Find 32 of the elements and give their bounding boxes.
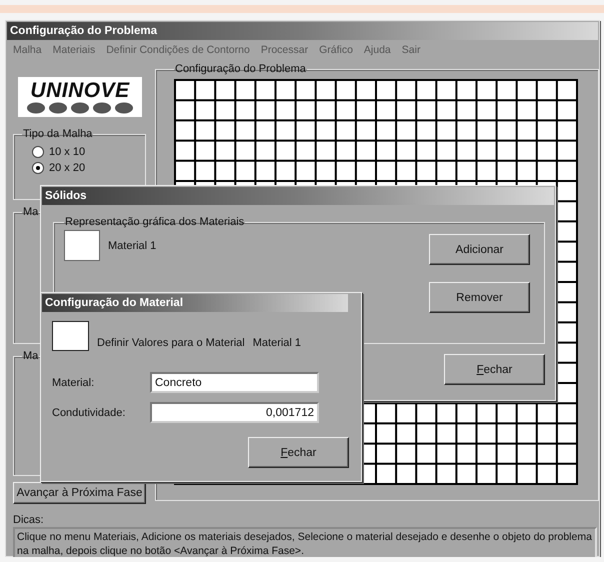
material-swatch[interactable] <box>64 230 100 261</box>
material-name[interactable]: Material 1 <box>108 240 156 252</box>
field-label: Condutividade: <box>52 406 126 418</box>
tips-text: Clique no menu Materiais, Adicione os materiais desejados, Selecione o material desejado e desenhe o objeto do problema na malha, depois clique no botão <Avançar à Próxima Fase>. <box>13 527 597 557</box>
radio-label: 20 x 20 <box>49 162 86 174</box>
radio-label: 10 x 10 <box>49 146 86 158</box>
logo-text: UNINOVE <box>30 80 130 102</box>
dots-icon <box>24 102 136 114</box>
field-label: Material: <box>52 376 96 388</box>
radio-icon[interactable] <box>32 162 44 174</box>
close-button[interactable]: Fechar <box>444 354 545 385</box>
dialog-title: Configuração do Material <box>42 294 348 312</box>
close-button[interactable]: Fechar <box>248 437 349 468</box>
dialog-title: Sólidos <box>42 187 554 205</box>
prompt-text: Definir Valores para o Material <box>97 337 245 349</box>
tips-label: Dicas: <box>13 514 45 526</box>
advance-button[interactable]: Avançar à Próxima Fase <box>13 482 146 504</box>
group-title: Representação gráfica dos Materiais <box>64 216 246 228</box>
radio-icon[interactable] <box>32 146 44 158</box>
material-name: Material 1 <box>252 337 302 349</box>
dialog-button[interactable]: Remover <box>429 282 530 313</box>
radio-option[interactable]: 20 x 20 <box>32 162 137 174</box>
radio-option[interactable]: 10 x 10 <box>32 146 137 158</box>
window-title: Configuração do Problema <box>7 22 598 40</box>
input-field[interactable]: Concreto <box>150 372 319 393</box>
dialog-button[interactable]: Adicionar <box>429 234 530 265</box>
panel-title: Configuração do Problema <box>174 63 307 75</box>
group-title: Ma <box>22 350 40 362</box>
input-field[interactable]: 0,001712 <box>150 402 319 423</box>
group-title: Ma <box>22 206 40 218</box>
material-swatch <box>52 321 89 351</box>
group-title: Tipo da Malha <box>22 128 94 140</box>
